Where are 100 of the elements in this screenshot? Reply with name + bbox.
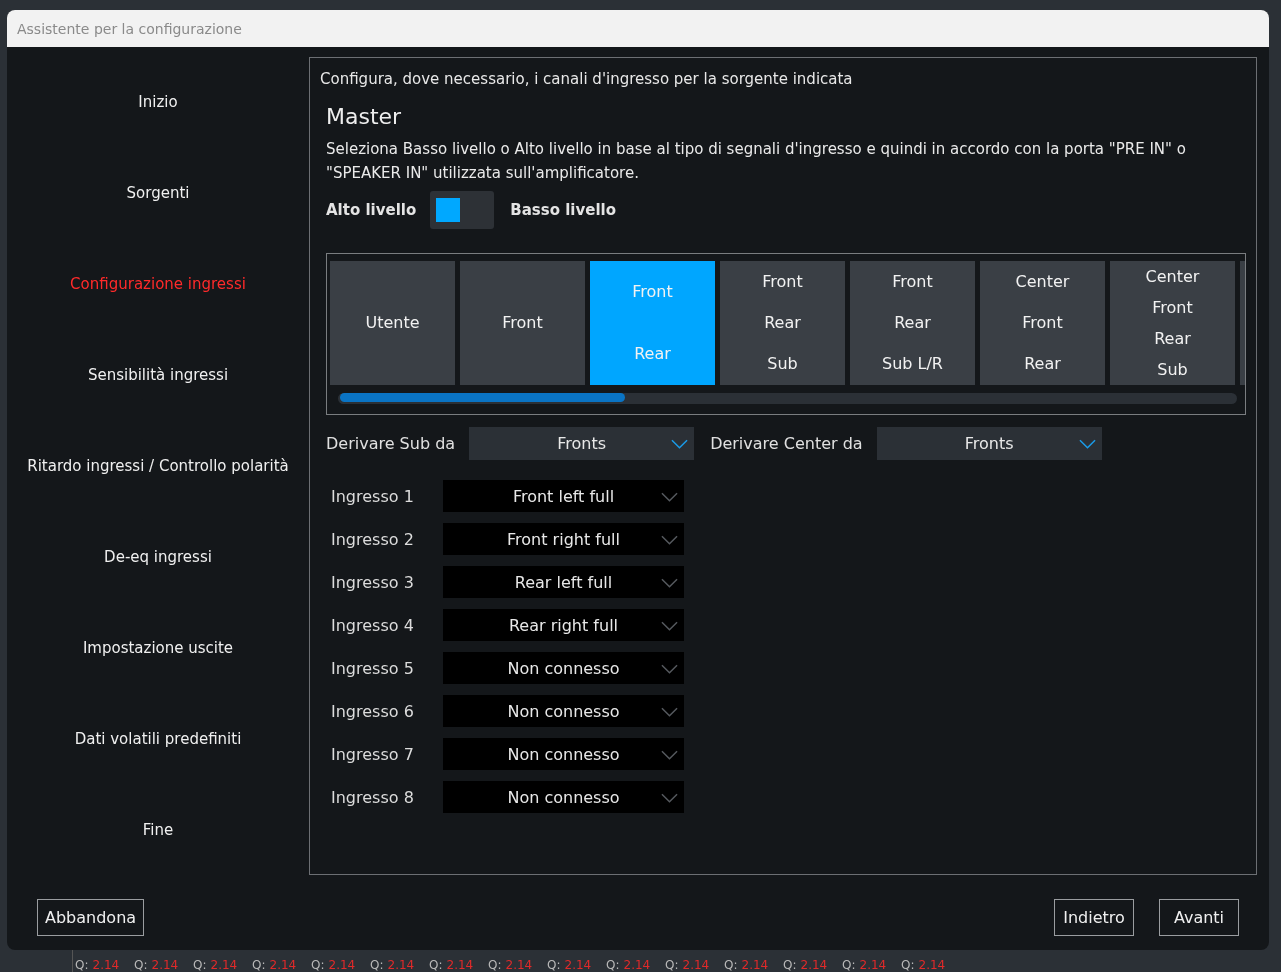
preset-line: Rear [634, 344, 671, 364]
q-value: 2.14 [918, 958, 946, 972]
switch-label: Alto livello [326, 201, 417, 219]
dropdown[interactable]: Rear left full [443, 566, 684, 598]
field-label: Ingresso 1 [331, 486, 415, 506]
field-label: Ingresso 5 [331, 658, 415, 678]
q-value: 2.14 [800, 958, 828, 972]
chevron-down-icon [661, 664, 678, 674]
dropdown[interactable]: Non connesso [443, 781, 684, 813]
field-label: Ingresso 4 [331, 615, 415, 635]
q-label: Q: [134, 958, 148, 972]
sidebar-item[interactable]: De-eq ingressi [7, 511, 309, 603]
preset-tile[interactable]: Front Rear Sub L/R [850, 261, 975, 385]
scrollbar-track[interactable] [338, 393, 1237, 404]
footer-button[interactable]: Abbandona [37, 899, 145, 936]
chevron-down-icon [661, 492, 678, 502]
q-value: 2.14 [269, 958, 297, 972]
q-label: Q: [606, 958, 620, 972]
sidebar-item[interactable]: Sensibilità ingressi [7, 329, 309, 421]
q-label: Q: [665, 958, 679, 972]
sidebar-item[interactable]: Configurazione ingressi [7, 238, 309, 330]
sidebar-item[interactable]: Sorgenti [7, 147, 309, 239]
chevron-down-icon [671, 439, 689, 449]
preset-line: Rear [1024, 354, 1061, 375]
chevron-down-icon [661, 750, 678, 760]
q-label: Q: [252, 958, 266, 972]
q-label: Q: [311, 958, 325, 972]
description-text: Seleziona Basso livello o Alto livello in base al tipo di segnali d'ingresso e quindi in accordo con la porta "PRE IN" o "SPEAKER IN" utilizzata sull'amplificatore. [326, 139, 1187, 184]
q-value: 2.14 [505, 958, 533, 972]
footer-button[interactable]: Indietro [1054, 899, 1134, 936]
window-title: Assistente per la configurazione [17, 20, 242, 37]
field-label: Ingresso 6 [331, 701, 415, 721]
switch-label: Basso livello [510, 201, 617, 219]
dropdown[interactable]: Non connesso [443, 738, 684, 770]
preset-line: Front [1022, 313, 1063, 333]
chevron-down-icon [661, 707, 678, 717]
q-value: 2.14 [859, 958, 887, 972]
preset-line: Center [1145, 266, 1200, 287]
preset-line: Sub L/R [882, 354, 943, 375]
preset-line: Sub [1157, 359, 1188, 380]
q-label: Q: [75, 958, 89, 972]
scrollbar-thumb[interactable] [340, 393, 625, 402]
footer-button[interactable]: Avanti [1159, 899, 1239, 936]
preset-line: Sub [767, 354, 798, 375]
sidebar-item[interactable]: Dati volatili predefiniti [7, 693, 309, 785]
q-value: 2.14 [741, 958, 769, 972]
q-label: Q: [842, 958, 856, 972]
field-label: Derivare Center da [710, 434, 863, 453]
dropdown[interactable]: Fronts [469, 427, 695, 460]
preset-tile[interactable]: Utente [330, 261, 455, 385]
sidebar-item[interactable]: Ritardo ingressi / Controllo polarità [7, 420, 309, 512]
intro-text: Configura, dove necessario, i canali d'ingresso per la sorgente indicata [320, 70, 854, 88]
preset-line: Rear [894, 313, 931, 333]
preset-line: Rear [1154, 328, 1191, 349]
q-label: Q: [724, 958, 738, 972]
q-value: 2.14 [151, 958, 179, 972]
q-label: Q: [488, 958, 502, 972]
q-value: 2.14 [446, 958, 474, 972]
sidebar-item[interactable]: Impostazione uscite [7, 602, 309, 694]
dropdown[interactable]: Rear right full [443, 609, 684, 641]
dropdown[interactable]: Front right full [443, 523, 684, 555]
preset-tile[interactable]: Front Rear Sub [720, 261, 845, 385]
dropdown[interactable]: Non connesso [443, 652, 684, 684]
q-label: Q: [429, 958, 443, 972]
chevron-down-icon [1078, 439, 1096, 449]
preset-tile[interactable]: Center Front Rear [980, 261, 1105, 385]
preset-line: Center [1015, 271, 1070, 292]
level-toggle[interactable] [430, 191, 495, 229]
field-label: Derivare Sub da [326, 434, 456, 453]
sidebar-item[interactable]: Inizio [7, 57, 309, 148]
q-value: 2.14 [328, 958, 356, 972]
preset-line: Front [632, 282, 673, 302]
field-label: Ingresso 7 [331, 744, 415, 764]
chevron-down-icon [661, 793, 678, 803]
dropdown[interactable]: Non connesso [443, 695, 684, 727]
chevron-down-icon [661, 535, 678, 545]
preset-tile[interactable]: Front [460, 261, 585, 385]
preset-line: Front [502, 313, 543, 333]
q-label: Q: [901, 958, 915, 972]
sidebar-item[interactable]: Fine [7, 784, 309, 875]
q-value: 2.14 [387, 958, 415, 972]
q-value: 2.14 [564, 958, 592, 972]
dropdown[interactable]: Fronts [876, 427, 1102, 460]
preset-line: Front [1152, 297, 1193, 318]
q-value: 2.14 [682, 958, 710, 972]
preset-line: Front [762, 271, 803, 292]
q-label: Q: [547, 958, 561, 972]
preset-line: Rear [764, 313, 801, 333]
q-value: 2.14 [210, 958, 238, 972]
q-value: 2.14 [92, 958, 120, 972]
preset-tile[interactable]: Center Front Rear Sub [1110, 261, 1235, 385]
field-label: Ingresso 3 [331, 572, 415, 592]
chevron-down-icon [661, 621, 678, 631]
q-value: 2.14 [623, 958, 651, 972]
preset-line: Utente [365, 313, 420, 333]
dropdown[interactable]: Front left full [443, 480, 684, 512]
section-heading: Master [326, 104, 403, 129]
q-label: Q: [370, 958, 384, 972]
q-label: Q: [783, 958, 797, 972]
field-label: Ingresso 2 [331, 529, 415, 549]
